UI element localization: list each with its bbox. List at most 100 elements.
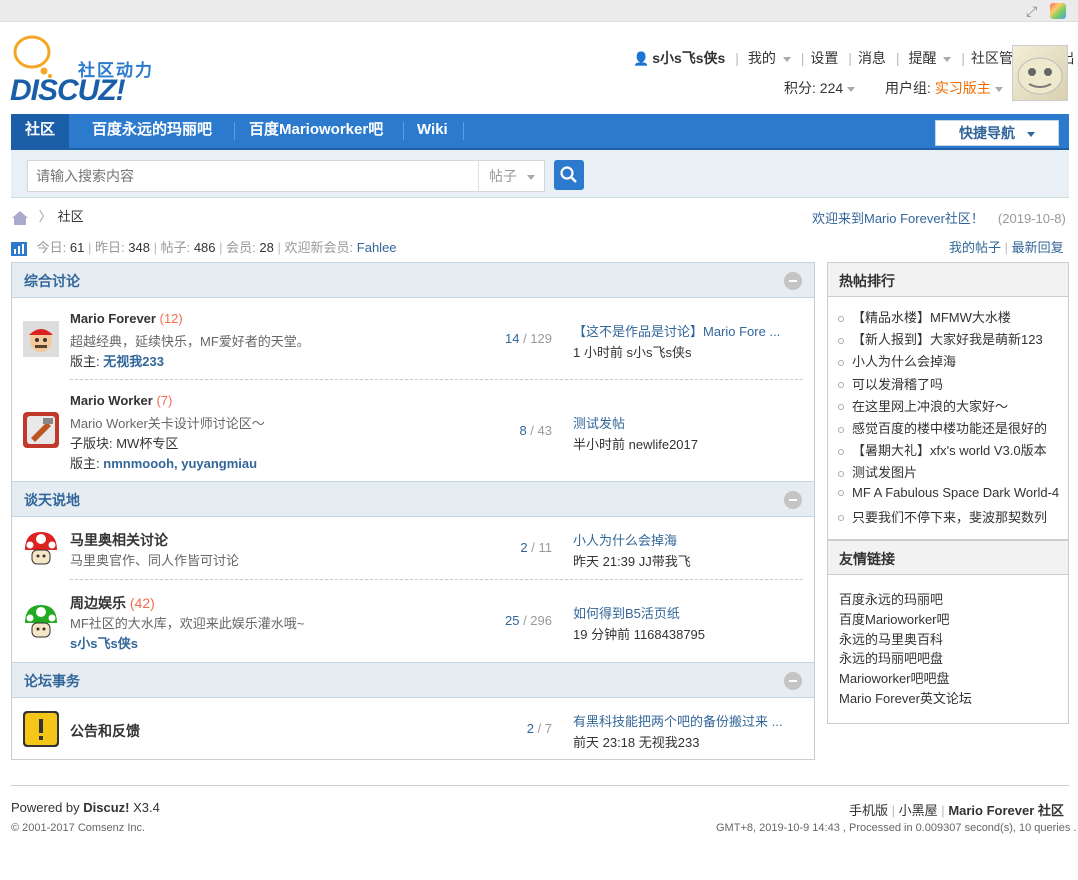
welcome-notice: 欢迎来到Mario Forever社区！ (2019-10-8) xyxy=(812,208,1066,227)
menu-settings[interactable]: 设置 xyxy=(810,50,838,66)
nav-wiki[interactable]: Wiki xyxy=(403,114,462,148)
category-header[interactable]: 谈天说地 xyxy=(12,481,814,517)
last-post-link[interactable]: 有黑科技能把两个吧的备份搬过来 ... xyxy=(573,714,782,729)
forum-icon-notice[interactable] xyxy=(23,711,59,747)
menu-my[interactable]: 我的 xyxy=(745,50,791,66)
category-title: 谈天说地 xyxy=(24,492,80,508)
user-menu: 👤s小s飞s侠s |我的 |设置 |消息 |提醒 |社区管理 |退出 xyxy=(630,48,1078,68)
username-link[interactable]: s小s飞s侠s xyxy=(652,50,725,66)
hot-thread-item[interactable]: 【暑期大礼】xfx's world V3.0版本 xyxy=(838,440,1059,462)
usergroup-link[interactable]: 实习版主 xyxy=(935,80,1003,96)
friend-link-item[interactable]: 百度永远的玛丽吧 xyxy=(839,589,972,609)
forum-row: Mario Forever (12) 超越经典，延续快乐，MF爱好者的天堂。 版… xyxy=(12,299,814,381)
collapse-icon[interactable] xyxy=(784,491,802,509)
collapse-icon[interactable] xyxy=(784,272,802,290)
forum-list: 综合讨论 Mario Forever (12) 超越经典，延续快乐，MF爱好者的… xyxy=(11,262,815,760)
my-posts-link[interactable]: 我的帖子 xyxy=(949,240,1001,255)
friend-links-list: 百度永远的玛丽吧 百度Marioworker吧 永远的马里奥百科 永远的玛丽吧吧… xyxy=(839,589,972,708)
forum-row: 公告和反馈 2 / 7 有黑科技能把两个吧的备份搬过来 ... 前天 23:18 … xyxy=(12,699,814,759)
forum-icon-worker[interactable] xyxy=(23,412,59,448)
nav-baidu-marioworker[interactable]: 百度Marioworker吧 xyxy=(235,114,397,148)
forum-name[interactable]: Mario Worker xyxy=(70,393,153,408)
hot-thread-item[interactable]: 小人为什么会掉海 xyxy=(838,351,1059,373)
friend-link-item[interactable]: Mario Forever英文论坛 xyxy=(839,688,972,708)
footer-processed: GMT+8, 2019-10-9 14:43 , Processed in 0.… xyxy=(716,822,1077,834)
footer-site-link[interactable]: Mario Forever 社区 xyxy=(948,803,1064,818)
quick-nav-button[interactable]: 快捷导航 xyxy=(935,120,1059,146)
forum-icon-mushroom-red[interactable] xyxy=(23,530,59,566)
friend-link-item[interactable]: 百度Marioworker吧 xyxy=(839,609,972,629)
hot-thread-item[interactable]: 感觉百度的楼中楼功能还是很好的 xyxy=(838,418,1059,440)
search-button[interactable] xyxy=(554,160,584,190)
footer-links: 手机版 | 小黑屋 | Mario Forever 社区 xyxy=(849,803,1064,818)
forum-name[interactable]: 马里奥相关讨论 xyxy=(70,532,168,548)
discuz-link[interactable]: Discuz! xyxy=(83,800,129,815)
menu-notifications[interactable]: 提醒 xyxy=(905,50,952,66)
hot-thread-item[interactable]: 只要我们不停下来，斐波那契数列 xyxy=(838,507,1059,529)
forum-row: 周边娱乐 (42) MF社区的大水库，欢迎来此娱乐灌水哦~ s小s飞s侠s 25… xyxy=(12,581,814,661)
forum-name[interactable]: Mario Forever xyxy=(70,311,156,326)
home-icon[interactable] xyxy=(11,210,29,226)
credits-link[interactable]: 积分: 224 xyxy=(784,80,856,96)
nav-baidu-mario[interactable]: 百度永远的玛丽吧 xyxy=(78,114,226,148)
forum-stats: 今日: 61 | 昨日: 348 | 帖子: 486 | 会员: 28 | 欢迎… xyxy=(11,237,397,256)
search-icon xyxy=(560,166,577,183)
nav-community[interactable]: 社区 xyxy=(11,114,70,148)
hot-thread-item[interactable]: MF A Fabulous Space Dark World-4 xyxy=(838,485,1059,507)
search-input[interactable] xyxy=(28,161,476,191)
latest-replies-link[interactable]: 最新回复 xyxy=(1012,240,1064,255)
friend-links-panel: 友情链接 百度永远的玛丽吧 百度Marioworker吧 永远的马里奥百科 永远… xyxy=(827,540,1069,724)
footer-powered: Powered by Discuz! X3.4 xyxy=(11,800,160,815)
last-post-link[interactable]: 【这不是作品是讨论】Mario Fore ... xyxy=(573,324,780,339)
last-post-link[interactable]: 如何得到B5活页纸 xyxy=(573,606,680,621)
category-header[interactable]: 论坛事务 xyxy=(12,662,814,698)
search-box: 帖子 xyxy=(27,160,545,192)
new-member-link[interactable]: Fahlee xyxy=(357,240,397,255)
forum-name[interactable]: 公告和反馈 xyxy=(70,723,140,739)
footer-mobile-link[interactable]: 手机版 xyxy=(849,803,888,818)
fullscreen-icon[interactable]: ⤢ xyxy=(1026,3,1037,20)
moderator-link[interactable]: s小s飞s侠s xyxy=(70,636,138,651)
category-header[interactable]: 综合讨论 xyxy=(12,262,814,298)
friend-links-title: 友情链接 xyxy=(839,551,895,567)
hot-thread-item[interactable]: 【精品水楼】MFMW大水楼 xyxy=(838,307,1059,329)
main-nav: 社区 百度永远的玛丽吧 百度Marioworker吧 Wiki xyxy=(11,114,1069,150)
breadcrumb: 〉社区 xyxy=(11,206,84,226)
user-info: 积分: 224 用户组: 实习版主 xyxy=(784,78,1003,98)
forum-desc: 超越经典，延续快乐，MF爱好者的天堂。 xyxy=(70,334,310,349)
footer-copyright: © 2001-2017 Comsenz Inc. xyxy=(11,822,146,834)
forum-name[interactable]: 周边娱乐 xyxy=(70,595,126,611)
welcome-link[interactable]: 欢迎来到Mario Forever社区！ xyxy=(812,211,984,226)
forum-desc: Mario Worker关卡设计师讨论区～ xyxy=(70,416,265,431)
friend-link-item[interactable]: 永远的玛丽吧吧盘 xyxy=(839,648,972,668)
logo-text: DISCUZ! xyxy=(10,74,126,107)
extension-icon[interactable] xyxy=(1050,3,1066,19)
last-post-link[interactable]: 小人为什么会掉海 xyxy=(573,533,677,548)
hot-thread-item[interactable]: 【新人报到】大家好我是萌新123 xyxy=(838,329,1059,351)
avatar[interactable] xyxy=(1012,45,1068,101)
hot-thread-item[interactable]: 在这里网上冲浪的大家好～ xyxy=(838,396,1059,418)
site-logo[interactable]: 社区动力 DISCUZ! xyxy=(10,32,160,112)
hot-threads-list: 【精品水楼】MFMW大水楼 【新人报到】大家好我是萌新123 小人为什么会掉海 … xyxy=(838,307,1059,529)
forum-desc: 马里奥官作、同人作皆可讨论 xyxy=(70,553,240,568)
moderator-link[interactable]: 无视我233 xyxy=(103,354,164,369)
hot-thread-item[interactable]: 可以发滑稽了吗 xyxy=(838,374,1059,396)
stats-icon xyxy=(11,241,27,256)
last-post-link[interactable]: 测试发帖 xyxy=(573,416,625,431)
forum-desc: MF社区的大水库，欢迎来此娱乐灌水哦~ xyxy=(70,616,305,631)
subforum[interactable]: 子版块: MW杯专区 xyxy=(70,433,178,452)
collapse-icon[interactable] xyxy=(784,672,802,690)
friend-link-item[interactable]: 永远的马里奥百科 xyxy=(839,629,972,649)
forum-icon-mushroom-green[interactable] xyxy=(23,603,59,639)
footer-blackroom-link[interactable]: 小黑屋 xyxy=(899,803,938,818)
usergroup-label: 用户组: xyxy=(885,80,931,96)
forum-row: Mario Worker (7) Mario Worker关卡设计师讨论区～ 子… xyxy=(12,381,814,471)
search-type-select[interactable]: 帖子 xyxy=(478,161,544,191)
category-title: 综合讨论 xyxy=(24,273,80,289)
breadcrumb-current[interactable]: 社区 xyxy=(58,209,84,224)
moderator-link[interactable]: nmnmoooh, yuyangmiau xyxy=(103,456,257,471)
friend-link-item[interactable]: Marioworker吧吧盘 xyxy=(839,668,972,688)
hot-thread-item[interactable]: 测试发图片 xyxy=(838,462,1059,484)
menu-messages[interactable]: 消息 xyxy=(858,50,886,66)
forum-icon-mario[interactable] xyxy=(23,321,59,357)
